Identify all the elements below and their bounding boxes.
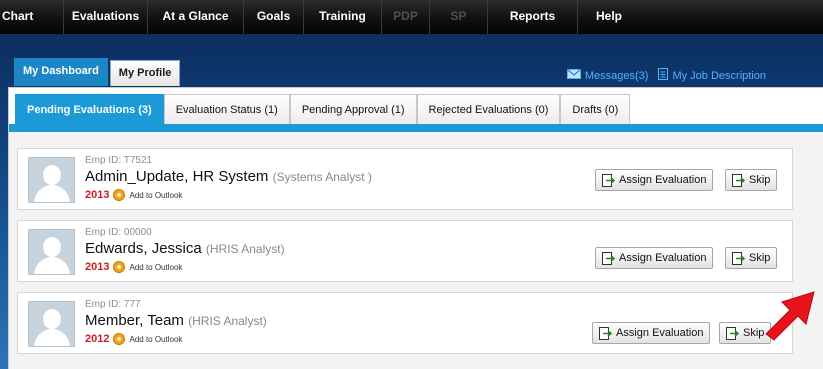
tab-my-profile[interactable]: My Profile (109, 60, 181, 86)
assign-icon (602, 173, 616, 187)
evaluation-year: 2013 (85, 189, 110, 201)
assign-evaluation-button[interactable]: Assign Evaluation (595, 247, 714, 269)
assign-evaluation-label: Assign Evaluation (616, 327, 704, 339)
employee-list: Emp ID: T7521 Admin_Update, HR System (S… (17, 148, 793, 364)
nav-item-pdp: PDP (382, 0, 430, 34)
employee-title: (Systems Analyst ) (272, 170, 372, 184)
assign-evaluation-label: Assign Evaluation (619, 252, 707, 264)
nav-item-training[interactable]: Training (304, 0, 382, 34)
tab-drafts[interactable]: Drafts (0) (560, 94, 631, 124)
employee-name-text: Admin_Update, HR System (85, 168, 269, 185)
calendar-icon[interactable] (113, 189, 126, 201)
employee-row: Emp ID: 777 Member, Team (HRIS Analyst) … (17, 292, 793, 354)
nav-item-at-a-glance[interactable]: At a Glance (148, 0, 244, 34)
evaluation-year: 2013 (85, 261, 110, 273)
tab-pending-evaluations[interactable]: Pending Evaluations (3) (15, 94, 164, 124)
tab-pending-approval[interactable]: Pending Approval (1) (289, 94, 417, 124)
nav-item-reports[interactable]: Reports (488, 0, 578, 34)
job-description-link[interactable]: My Job Description (658, 68, 766, 83)
employee-name: Edwards, Jessica (HRIS Analyst) (85, 240, 285, 257)
avatar (28, 301, 75, 347)
nav-item-goals[interactable]: Goals (244, 0, 304, 34)
dashboard-panel: My Dashboard My Profile Messages(3) My J… (6, 50, 823, 369)
employee-row: Emp ID: T7521 Admin_Update, HR System (S… (17, 148, 793, 210)
employee-id: Emp ID: 777 (85, 299, 141, 310)
main-tabs: My Dashboard My Profile (14, 58, 182, 86)
year-line: 2012 Add to Outlook (85, 333, 182, 345)
nav-item-chart[interactable]: Chart (0, 0, 64, 34)
skip-label: Skip (743, 327, 765, 339)
employee-id: Emp ID: T7521 (85, 155, 153, 166)
calendar-icon[interactable] (113, 333, 126, 345)
tab-my-dashboard[interactable]: My Dashboard (14, 58, 108, 86)
nav-item-sp: SP (430, 0, 488, 34)
job-description-label: My Job Description (672, 69, 766, 82)
nav-item-evaluations[interactable]: Evaluations (64, 0, 148, 34)
add-to-outlook-link[interactable]: Add to Outlook (129, 191, 182, 200)
annotation-arrow-icon (765, 291, 815, 341)
add-to-outlook-link[interactable]: Add to Outlook (129, 263, 182, 272)
skip-icon (732, 173, 746, 187)
messages-label: Messages(3) (584, 69, 649, 82)
messages-link[interactable]: Messages(3) (566, 68, 649, 83)
avatar (28, 157, 75, 203)
skip-icon (726, 326, 740, 340)
top-nav: Chart Evaluations At a Glance Goals Trai… (0, 0, 823, 34)
envelope-icon (566, 69, 581, 82)
skip-icon (732, 251, 746, 265)
assign-evaluation-label: Assign Evaluation (619, 174, 707, 186)
nav-item-help[interactable]: Help (578, 0, 640, 34)
top-links: Messages(3) My Job Description (566, 68, 766, 83)
add-to-outlook-link[interactable]: Add to Outlook (129, 335, 182, 344)
assign-evaluation-button[interactable]: Assign Evaluation (595, 169, 714, 191)
employee-title: (HRIS Analyst) (188, 314, 267, 328)
year-line: 2013 Add to Outlook (85, 189, 182, 201)
employee-title: (HRIS Analyst) (205, 242, 285, 256)
skip-label: Skip (749, 252, 771, 264)
skip-label: Skip (749, 174, 771, 186)
employee-id: Emp ID: 00000 (85, 227, 152, 238)
avatar (28, 229, 75, 275)
employee-name-text: Edwards, Jessica (85, 240, 202, 257)
year-line: 2013 Add to Outlook (85, 261, 182, 273)
employee-row: Emp ID: 00000 Edwards, Jessica (HRIS Ana… (17, 220, 793, 282)
assign-icon (599, 326, 613, 340)
evaluation-year: 2012 (85, 333, 110, 345)
employee-name: Member, Team (HRIS Analyst) (85, 312, 267, 329)
assign-icon (602, 251, 616, 265)
evaluation-subtabs: Pending Evaluations (3) Evaluation Statu… (9, 88, 823, 132)
document-icon (658, 68, 669, 83)
assign-evaluation-button[interactable]: Assign Evaluation (592, 322, 711, 344)
tab-evaluation-status[interactable]: Evaluation Status (1) (163, 94, 290, 124)
tab-rejected-evaluations[interactable]: Rejected Evaluations (0) (416, 94, 561, 124)
employee-name: Admin_Update, HR System (Systems Analyst… (85, 168, 372, 185)
skip-button[interactable]: Skip (725, 247, 778, 269)
employee-name-text: Member, Team (85, 312, 184, 329)
content-area: Pending Evaluations (3) Evaluation Statu… (8, 87, 823, 369)
skip-button[interactable]: Skip (725, 169, 778, 191)
calendar-icon[interactable] (113, 261, 126, 273)
